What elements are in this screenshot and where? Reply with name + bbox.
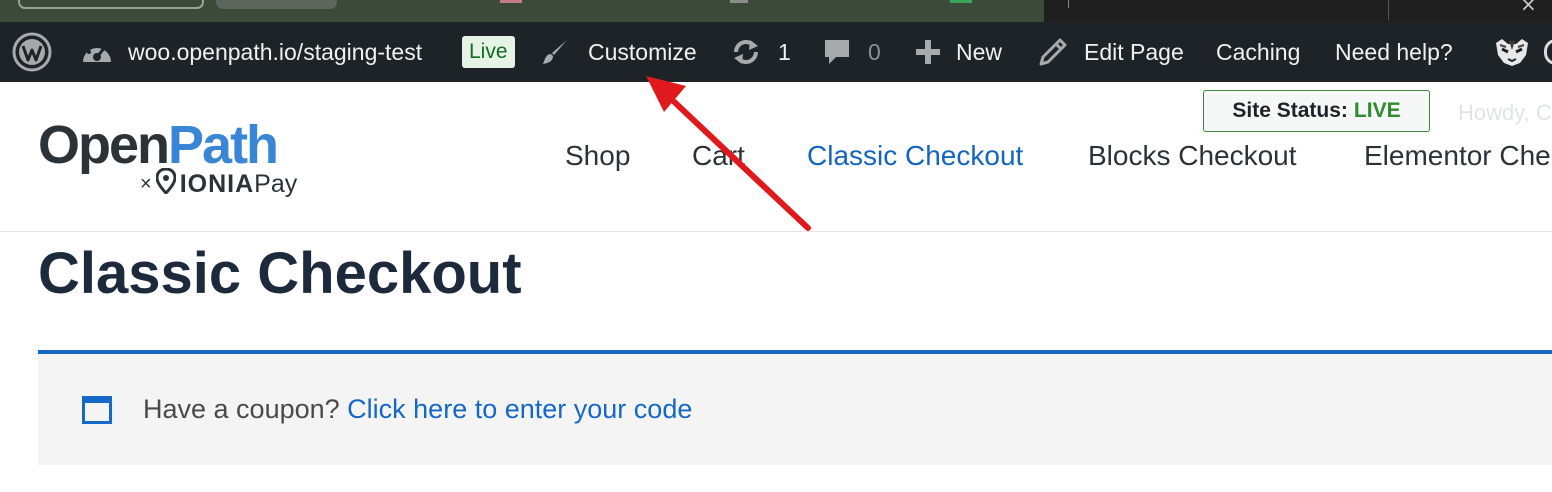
caching-label: Caching [1216, 38, 1301, 65]
page-title: Classic Checkout [38, 241, 522, 306]
divider [1388, 0, 1389, 20]
logo-path-text: Path [168, 115, 279, 175]
edit-page-label: Edit Page [1084, 38, 1184, 65]
coupon-text: Have a coupon? Click here to enter your … [143, 394, 692, 425]
coupon-notice: Have a coupon? Click here to enter your … [38, 350, 1552, 465]
logo-open-text: Open [38, 115, 170, 175]
howdy-greeting: Howdy, C [1458, 100, 1552, 125]
edit-page-button[interactable]: Edit Page [1038, 22, 1184, 82]
new-label: New [956, 38, 1003, 65]
site-status-badge: Site Status: LIVE [1203, 90, 1430, 132]
site-header: OpenPath × IONIA Pay Site Status: LIVE Ho… [0, 82, 1552, 232]
need-help-label: Need help? [1335, 38, 1453, 65]
window-icon [82, 396, 112, 424]
wp-admin-bar: woo.openpath.io/staging-test Live Custom… [0, 22, 1552, 82]
updates-count: 1 [778, 38, 791, 65]
coupon-link[interactable]: Click here to enter your code [347, 394, 692, 424]
live-badge-label: Live [462, 36, 515, 68]
caching-menu[interactable]: Caching [1216, 22, 1300, 82]
nav-blocks-checkout[interactable]: Blocks Checkout [1088, 140, 1297, 172]
new-content-button[interactable]: New [914, 22, 1002, 82]
user-name-partial [1544, 39, 1552, 65]
updates-button[interactable]: 1 [730, 22, 791, 82]
logo-partner-line: × IONIA Pay [140, 167, 298, 200]
nav-shop[interactable]: Shop [565, 140, 630, 172]
tab-favicon [730, 0, 748, 3]
location-pin-icon [155, 167, 177, 200]
customize-label: Customize [588, 38, 697, 65]
logo-wordmark: OpenPath [38, 115, 279, 175]
comments-button[interactable]: 0 [822, 22, 881, 82]
divider [1068, 0, 1069, 8]
nav-elementor-checkout[interactable]: Elementor Che [1364, 140, 1551, 172]
tab-favicon [950, 0, 972, 3]
site-status-label: Site Status: [1232, 99, 1348, 122]
comments-count: 0 [868, 38, 881, 65]
need-help-menu[interactable]: Need help? [1335, 22, 1453, 82]
site-status-value: LIVE [1353, 99, 1401, 122]
paintbrush-icon [540, 37, 570, 67]
plus-icon [914, 38, 942, 66]
dashboard-gauge-icon [80, 37, 114, 67]
coupon-prompt: Have a coupon? [143, 394, 340, 424]
refresh-icon [730, 36, 762, 68]
logo-cross: × [140, 173, 152, 195]
browser-tab[interactable] [216, 0, 337, 9]
close-icon[interactable]: × [1520, 0, 1537, 16]
nav-cart[interactable]: Cart [692, 140, 745, 172]
site-link[interactable]: woo.openpath.io/staging-test [80, 22, 422, 82]
tab-favicon [500, 0, 522, 3]
site-url: woo.openpath.io/staging-test [128, 38, 423, 65]
comment-bubble-icon [822, 36, 852, 68]
user-avatar[interactable] [1490, 22, 1552, 82]
site-logo[interactable]: OpenPath × IONIA Pay [38, 116, 328, 200]
customize-button[interactable]: Customize [540, 22, 697, 82]
logo-ionia-text: IONIA [179, 170, 255, 198]
pencil-icon [1038, 37, 1068, 67]
live-badge: Live [462, 22, 515, 82]
browser-tab[interactable] [18, 0, 204, 9]
nav-classic-checkout[interactable]: Classic Checkout [807, 140, 1023, 172]
wordpress-logo-icon[interactable] [12, 22, 52, 82]
logo-pay-text: Pay [254, 170, 298, 198]
